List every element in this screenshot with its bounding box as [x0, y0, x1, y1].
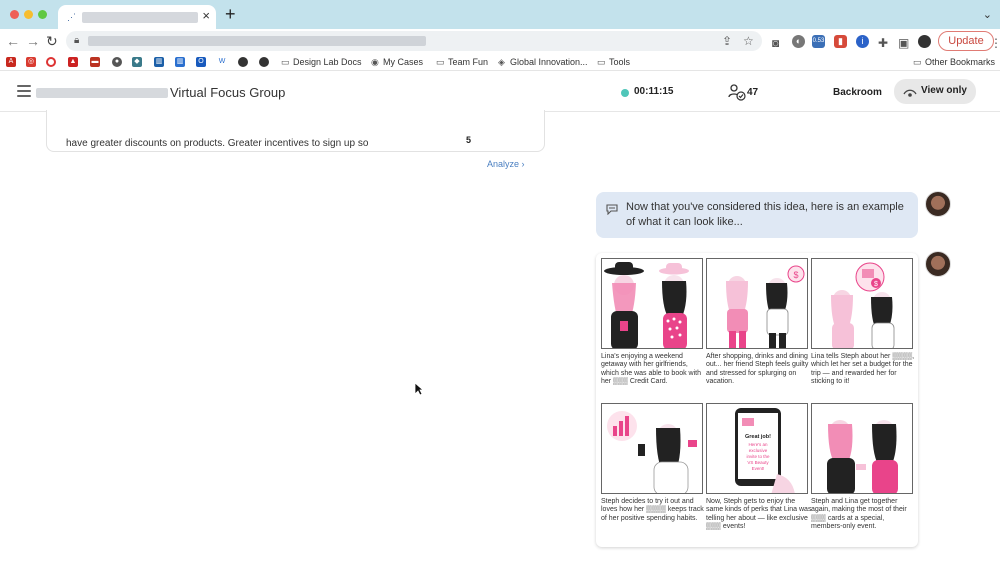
url-redacted — [88, 36, 426, 46]
storyboard-illustration: Great job! Here's an exclusive invite to… — [706, 403, 808, 494]
more-menu-icon[interactable]: ⋮ — [990, 36, 1000, 50]
mouse-cursor-icon — [414, 382, 425, 401]
reload-icon[interactable]: ↻ — [46, 33, 58, 49]
sidebar-icon[interactable]: ▣ — [898, 36, 909, 50]
globe-icon: ◉ — [371, 57, 379, 67]
response-text: have greater discounts on products. Grea… — [66, 138, 369, 149]
storyboard-illustration — [601, 403, 703, 494]
brand-name-redacted — [36, 88, 168, 98]
new-tab-button[interactable]: + — [225, 5, 236, 23]
bookmark-app-icon[interactable]: W — [217, 57, 227, 67]
svg-text:invite to the: invite to the — [746, 454, 770, 459]
svg-text:VS Beauty: VS Beauty — [747, 460, 769, 465]
close-window-button[interactable] — [10, 10, 19, 19]
extension-icon[interactable]: ◐ — [792, 35, 805, 48]
browser-tab-bar: ⋰ × + ⌄ — [0, 0, 1000, 29]
svg-text:Here's an: Here's an — [748, 442, 768, 447]
storyboard-card: Lina's enjoying a weekend getaway with h… — [596, 253, 918, 547]
bookmark-app-icon[interactable]: ▬ — [90, 57, 100, 67]
other-bookmarks[interactable]: ▭ Other Bookmarks — [913, 55, 995, 69]
browser-toolbar: ← → ↻ 🔒︎ ⇪ ☆ ◙ ◐ 0.53 ▮ i ✚ ▣ Update ⋮ — [0, 29, 1000, 53]
live-indicator-dot — [621, 89, 629, 97]
folder-icon: ▭ — [913, 57, 922, 67]
hamburger-menu-icon[interactable] — [17, 85, 31, 97]
bookmark-global-innovation[interactable]: ◈ Global Innovation... — [498, 55, 588, 69]
storyboard-illustration: $ — [706, 258, 808, 349]
storyboard-illustration — [811, 403, 913, 494]
backroom-button[interactable]: Backroom — [833, 87, 882, 98]
extension-info-icon[interactable]: i — [856, 35, 869, 48]
bookmark-app-icon[interactable]: O — [196, 57, 206, 67]
participant-count: 47 — [747, 87, 759, 98]
folder-icon: ▭ — [597, 57, 606, 67]
bookmark-app-icon[interactable]: ● — [112, 57, 122, 67]
storyboard-caption: Steph decides to try it out and loves ho… — [601, 498, 704, 522]
storyboard-caption: After shopping, drinks and dining out...… — [706, 353, 809, 386]
bookmark-app-icon[interactable]: ▥ — [175, 57, 185, 67]
analyze-link[interactable]: Analyze › — [487, 159, 525, 169]
maximize-window-button[interactable] — [38, 10, 47, 19]
update-button[interactable]: Update — [938, 31, 994, 51]
bookmark-app-icon[interactable]: ▥ — [154, 57, 164, 67]
app-header: Virtual Focus Group 00:11:15 47 Backroom… — [0, 72, 1000, 112]
svg-text:$: $ — [874, 281, 878, 288]
response-card: have greater discounts on products. Grea… — [46, 110, 545, 152]
svg-text:exclusive: exclusive — [749, 448, 768, 453]
bookmark-app-icon[interactable] — [46, 57, 56, 67]
extension-red-icon[interactable]: ▮ — [834, 35, 847, 48]
bookmark-team-fun[interactable]: ▭ Team Fun — [436, 55, 488, 69]
bookmarks-bar: A ◎ ▲ ▬ ● ◆ ▥ ▥ O W ▭ Design Lab Docs ◉ My… — [0, 53, 1000, 71]
storyboard-caption: Now, Steph gets to enjoy the same kinds … — [706, 498, 812, 531]
storyboard-caption: Lina tells Steph about her ▒▒▒▒, which l… — [811, 353, 915, 386]
bookmark-tools[interactable]: ▭ Tools — [597, 55, 630, 69]
bookmark-app-icon[interactable]: A — [6, 57, 16, 67]
moderator-avatar — [925, 191, 951, 217]
tab-title-redacted — [82, 12, 198, 23]
globe-icon[interactable] — [238, 57, 248, 67]
share-icon: ⋰ — [67, 12, 76, 22]
globe-icon[interactable] — [259, 57, 269, 67]
storyboard-illustration — [601, 258, 703, 349]
bookmark-design-lab-docs[interactable]: ▭ Design Lab Docs — [281, 55, 362, 69]
view-only-label: View only — [921, 85, 967, 96]
moderator-message-bubble: Now that you've considered this idea, he… — [596, 192, 918, 238]
view-only-button[interactable]: View only — [894, 79, 976, 104]
moderator-message-text: Now that you've considered this idea, he… — [626, 201, 904, 228]
bookmark-icon: ◈ — [498, 57, 505, 67]
storyboard-caption: Steph and Lina get together again, makin… — [811, 498, 907, 531]
page-title: Virtual Focus Group — [170, 85, 286, 100]
profile-avatar[interactable] — [918, 35, 931, 48]
folder-icon: ▭ — [281, 57, 290, 67]
folder-icon: ▭ — [436, 57, 445, 67]
bookmark-app-icon[interactable]: ◆ — [132, 57, 142, 67]
phone-heading: Great job! — [745, 434, 771, 440]
browser-tab[interactable]: ⋰ × — [58, 5, 216, 29]
forward-arrow-icon[interactable]: → — [26, 33, 40, 49]
camera-icon[interactable]: ◙ — [772, 36, 779, 50]
lock-icon: 🔒︎ — [74, 35, 80, 46]
participants-icon — [728, 83, 746, 106]
address-bar[interactable]: 🔒︎ ⇪ ☆ — [66, 31, 762, 51]
session-timer: 00:11:15 — [634, 86, 674, 97]
bookmark-my-cases[interactable]: ◉ My Cases — [371, 55, 423, 69]
bookmark-app-icon[interactable]: ▲ — [68, 57, 78, 67]
share-icon[interactable]: ⇪ — [722, 34, 732, 48]
star-icon[interactable]: ☆ — [743, 34, 754, 48]
minimize-window-button[interactable] — [24, 10, 33, 19]
eye-icon — [903, 86, 917, 104]
storyboard-caption: Lina's enjoying a weekend getaway with h… — [601, 353, 701, 386]
puzzle-icon[interactable]: ✚ — [878, 36, 888, 50]
close-tab-icon[interactable]: × — [202, 9, 210, 23]
moderator-avatar — [925, 251, 951, 277]
chevron-down-icon[interactable]: ⌄ — [983, 8, 992, 21]
response-count: 5 — [466, 135, 472, 145]
storyboard-illustration: $ — [811, 258, 913, 349]
svg-text:Event!: Event! — [752, 466, 765, 471]
chat-bubble-icon — [606, 202, 618, 220]
bookmark-app-icon[interactable]: ◎ — [26, 57, 36, 67]
svg-text:$: $ — [793, 270, 798, 280]
extension-badge-icon[interactable]: 0.53 — [812, 35, 825, 48]
back-arrow-icon[interactable]: ← — [6, 33, 20, 49]
